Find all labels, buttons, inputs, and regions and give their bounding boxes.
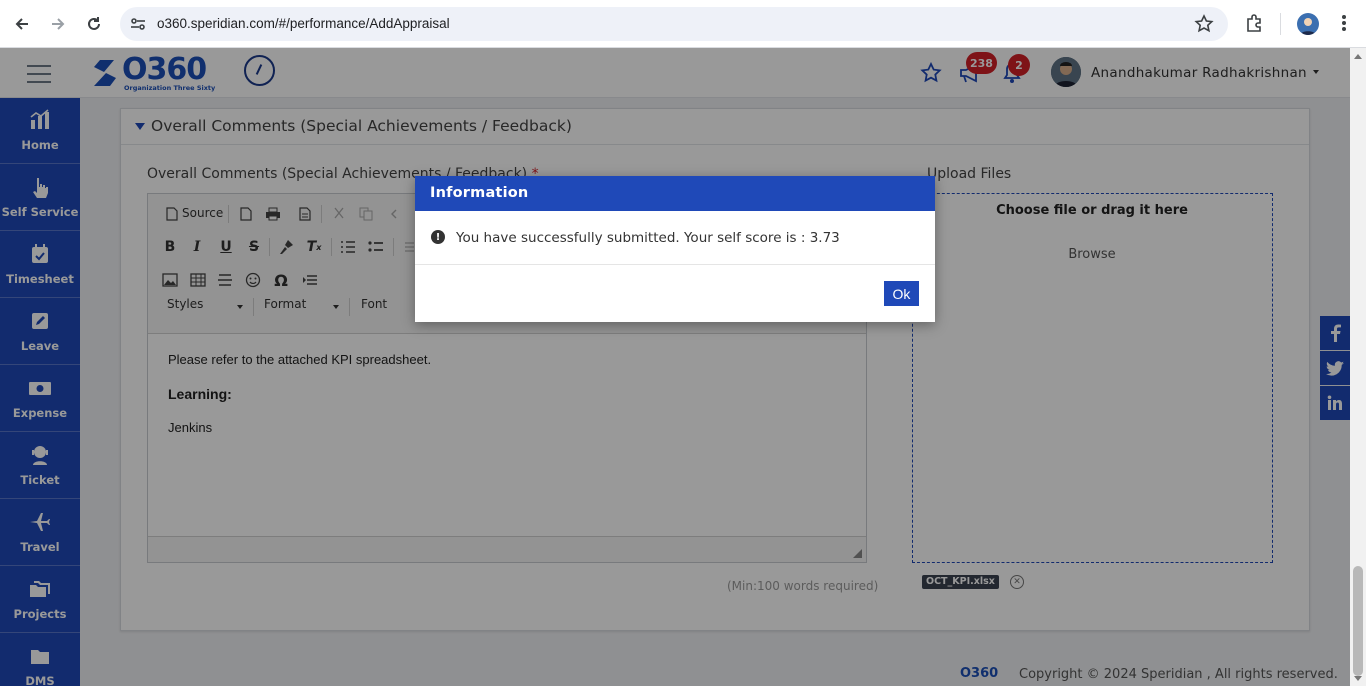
ok-button[interactable]: Ok — [884, 281, 919, 306]
forward-icon[interactable] — [46, 12, 70, 36]
back-icon[interactable] — [10, 12, 34, 36]
info-icon: ! — [431, 230, 445, 244]
scroll-down-arrow-icon[interactable] — [1354, 676, 1362, 681]
dialog-message: You have successfully submitted. Your se… — [456, 230, 840, 246]
extensions-icon[interactable] — [1244, 12, 1266, 38]
scroll-up-arrow-icon[interactable] — [1354, 54, 1362, 59]
dialog-header: Information — [415, 176, 935, 211]
toolbar-divider — [1280, 13, 1281, 35]
reload-icon[interactable] — [82, 12, 106, 36]
page-scrollbar[interactable] — [1350, 48, 1366, 686]
site-settings-icon[interactable] — [129, 15, 147, 37]
dialog-title: Information — [430, 185, 529, 201]
scrollbar-thumb[interactable] — [1353, 566, 1363, 676]
kebab-menu-icon[interactable] — [1334, 12, 1354, 38]
modal-backdrop — [0, 48, 1350, 686]
profile-avatar-icon[interactable] — [1297, 13, 1319, 35]
address-bar[interactable]: o360.speridian.com/#/performance/AddAppr… — [120, 7, 1228, 41]
bookmark-star-icon[interactable] — [1194, 14, 1214, 38]
browser-toolbar: o360.speridian.com/#/performance/AddAppr… — [0, 0, 1366, 48]
url-text[interactable]: o360.speridian.com/#/performance/AddAppr… — [157, 16, 450, 31]
information-dialog: Information ! You have successfully subm… — [415, 176, 935, 322]
dialog-divider — [415, 264, 935, 265]
